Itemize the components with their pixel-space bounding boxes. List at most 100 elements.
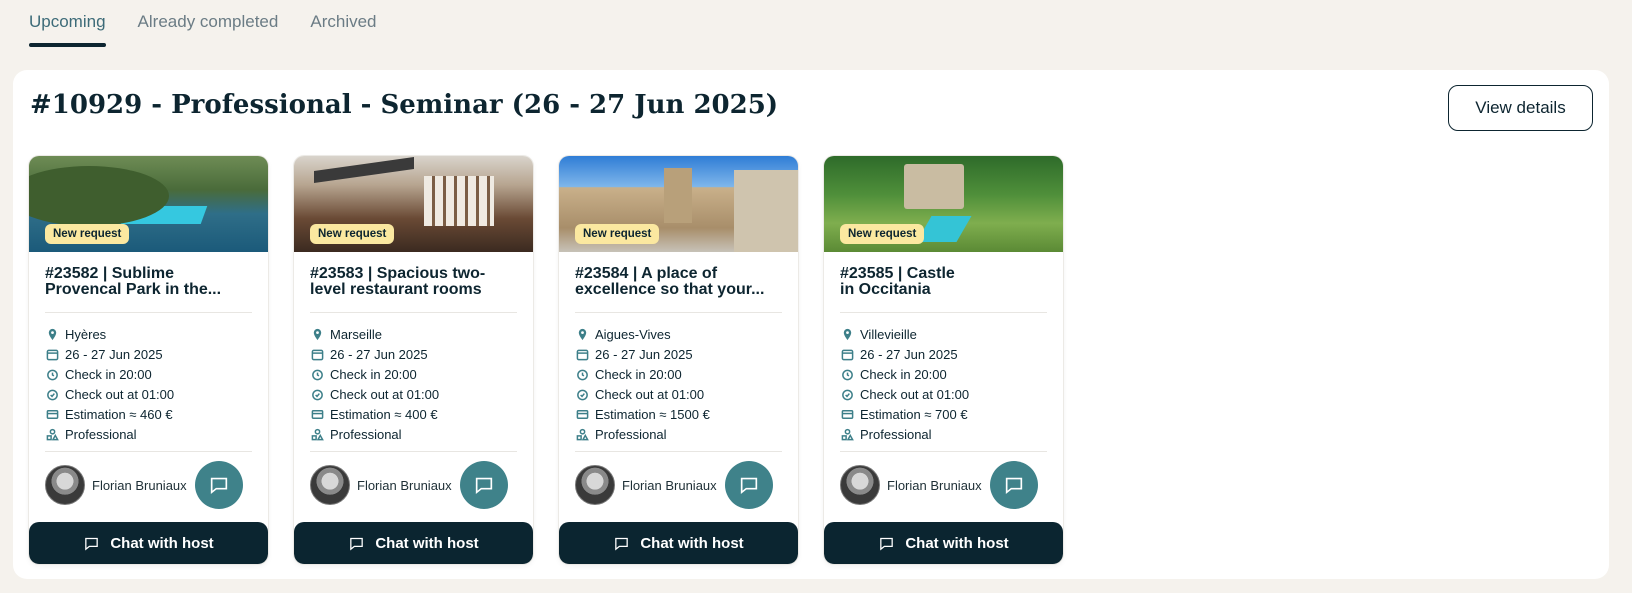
divider bbox=[310, 312, 517, 313]
venue-info: Hyères 26 - 27 Jun 2025 Check in 20:00 C… bbox=[45, 324, 174, 444]
category-row: Professional bbox=[310, 424, 439, 444]
alarm-clock-icon bbox=[840, 367, 854, 381]
credit-card-icon bbox=[310, 407, 324, 421]
status-badge: New request bbox=[310, 224, 395, 244]
estimation-row: Estimation ≈ 1500 € bbox=[575, 404, 710, 424]
dates-row: 26 - 27 Jun 2025 bbox=[310, 344, 439, 364]
divider bbox=[310, 451, 517, 452]
host-name: Florian Bruniaux bbox=[92, 477, 187, 493]
venue-card[interactable]: New request #23585 | Castle in Occitania … bbox=[824, 156, 1063, 564]
map-pin-icon bbox=[575, 327, 589, 341]
divider bbox=[840, 451, 1047, 452]
chat-with-host-button[interactable]: Chat with host bbox=[559, 522, 798, 564]
host-name: Florian Bruniaux bbox=[622, 477, 717, 493]
alarm-clock-icon bbox=[575, 367, 589, 381]
dates-row: 26 - 27 Jun 2025 bbox=[840, 344, 969, 364]
message-button[interactable] bbox=[990, 461, 1038, 509]
status-badge: New request bbox=[840, 224, 925, 244]
shapes-icon bbox=[575, 427, 589, 441]
alarm-clock-icon bbox=[310, 367, 324, 381]
check-out-row: Check out at 01:00 bbox=[45, 384, 174, 404]
host-info: Florian Bruniaux bbox=[45, 465, 187, 505]
chat-bubble-icon bbox=[350, 537, 364, 550]
credit-card-icon bbox=[45, 407, 59, 421]
shapes-icon bbox=[310, 427, 324, 441]
venue-title[interactable]: #23584 | A place of excellence so that yo… bbox=[575, 266, 785, 298]
credit-card-icon bbox=[840, 407, 854, 421]
venue-card[interactable]: New request #23584 | A place of excellenc… bbox=[559, 156, 798, 564]
dates-row: 26 - 27 Jun 2025 bbox=[575, 344, 710, 364]
divider bbox=[840, 312, 1047, 313]
estimation-row: Estimation ≈ 460 € bbox=[45, 404, 174, 424]
venue-title[interactable]: #23585 | Castle in Occitania bbox=[840, 266, 1050, 298]
chat-with-host-button[interactable]: Chat with host bbox=[29, 522, 268, 564]
alarm-clock-icon bbox=[575, 387, 589, 401]
check-out-row: Check out at 01:00 bbox=[575, 384, 710, 404]
alarm-clock-icon bbox=[310, 387, 324, 401]
venue-info: Villevieille 26 - 27 Jun 2025 Check in 2… bbox=[840, 324, 969, 444]
chat-with-host-button[interactable]: Chat with host bbox=[824, 522, 1063, 564]
message-button[interactable] bbox=[195, 461, 243, 509]
check-out-row: Check out at 01:00 bbox=[310, 384, 439, 404]
tab-already-completed[interactable]: Already completed bbox=[138, 0, 279, 47]
credit-card-icon bbox=[575, 407, 589, 421]
estimation-row: Estimation ≈ 700 € bbox=[840, 404, 969, 424]
check-out-row: Check out at 01:00 bbox=[840, 384, 969, 404]
chat-with-host-button[interactable]: Chat with host bbox=[294, 522, 533, 564]
status-badge: New request bbox=[45, 224, 130, 244]
alarm-clock-icon bbox=[840, 387, 854, 401]
chat-bubble-icon bbox=[1005, 477, 1023, 495]
category-row: Professional bbox=[45, 424, 174, 444]
event-panel: #10929 - Professional - Seminar (26 - 27… bbox=[13, 70, 1609, 579]
chat-bubble-icon bbox=[210, 477, 228, 495]
location-row: Marseille bbox=[310, 324, 439, 344]
venue-info: Aigues-Vives 26 - 27 Jun 2025 Check in 2… bbox=[575, 324, 710, 444]
chat-bubble-icon bbox=[880, 537, 894, 550]
divider bbox=[575, 451, 782, 452]
alarm-clock-icon bbox=[45, 387, 59, 401]
venue-info: Marseille 26 - 27 Jun 2025 Check in 20:0… bbox=[310, 324, 439, 444]
location-row: Hyères bbox=[45, 324, 174, 344]
event-title: #10929 - Professional - Seminar (26 - 27… bbox=[30, 90, 779, 120]
message-button[interactable] bbox=[725, 461, 773, 509]
category-row: Professional bbox=[840, 424, 969, 444]
chat-bubble-icon bbox=[85, 537, 99, 550]
check-in-row: Check in 20:00 bbox=[575, 364, 710, 384]
divider bbox=[575, 312, 782, 313]
shapes-icon bbox=[840, 427, 854, 441]
status-badge: New request bbox=[575, 224, 660, 244]
chat-bubble-icon bbox=[475, 477, 493, 495]
check-in-row: Check in 20:00 bbox=[45, 364, 174, 384]
check-in-row: Check in 20:00 bbox=[310, 364, 439, 384]
tab-upcoming[interactable]: Upcoming bbox=[29, 0, 106, 47]
category-row: Professional bbox=[575, 424, 710, 444]
calendar-icon bbox=[840, 347, 854, 361]
tab-bar: Upcoming Already completed Archived bbox=[29, 0, 377, 48]
shapes-icon bbox=[45, 427, 59, 441]
check-in-row: Check in 20:00 bbox=[840, 364, 969, 384]
map-pin-icon bbox=[310, 327, 324, 341]
message-button[interactable] bbox=[460, 461, 508, 509]
chat-bubble-icon bbox=[615, 537, 629, 550]
host-info: Florian Bruniaux bbox=[840, 465, 982, 505]
venue-title[interactable]: #23583 | Spacious two-level restaurant r… bbox=[310, 266, 520, 298]
view-details-button[interactable]: View details bbox=[1448, 85, 1593, 131]
venue-title[interactable]: #23582 | Sublime Provencal Park in the... bbox=[45, 266, 255, 298]
host-name: Florian Bruniaux bbox=[887, 477, 982, 493]
divider bbox=[45, 451, 252, 452]
host-info: Florian Bruniaux bbox=[310, 465, 452, 505]
venue-card[interactable]: New request #23583 | Spacious two-level … bbox=[294, 156, 533, 564]
chat-bubble-icon bbox=[740, 477, 758, 495]
calendar-icon bbox=[310, 347, 324, 361]
avatar bbox=[575, 465, 615, 505]
location-row: Aigues-Vives bbox=[575, 324, 710, 344]
venue-card[interactable]: New request #23582 | Sublime Provencal Pa… bbox=[29, 156, 268, 564]
tab-archived[interactable]: Archived bbox=[310, 0, 376, 47]
calendar-icon bbox=[575, 347, 589, 361]
map-pin-icon bbox=[840, 327, 854, 341]
venue-card-list: New request #23582 | Sublime Provencal Pa… bbox=[29, 156, 1063, 564]
estimation-row: Estimation ≈ 400 € bbox=[310, 404, 439, 424]
divider bbox=[45, 312, 252, 313]
alarm-clock-icon bbox=[45, 367, 59, 381]
calendar-icon bbox=[45, 347, 59, 361]
